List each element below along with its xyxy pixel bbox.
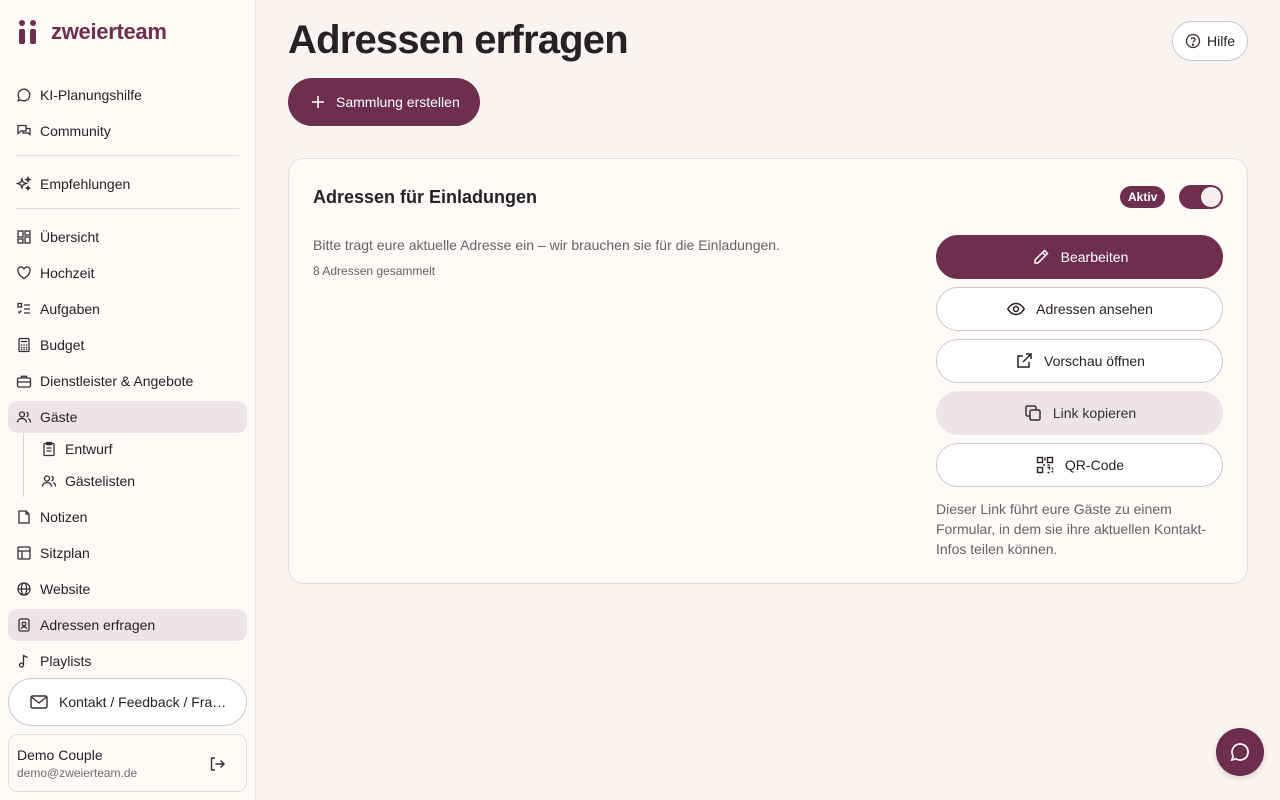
globe-icon — [17, 582, 31, 596]
link-info-note: Dieser Link führt eure Gäste zu einem Fo… — [936, 501, 1207, 557]
edit-button[interactable]: Bearbeiten — [936, 235, 1223, 279]
help-button[interactable]: Hilfe — [1172, 21, 1248, 61]
users-icon — [16, 411, 32, 423]
sidebar-item-adressen-erfragen[interactable]: Adressen erfragen — [8, 609, 247, 641]
music-note-icon — [18, 654, 28, 668]
sidebar-divider — [16, 208, 239, 209]
sidebar-item-label: Hochzeit — [40, 265, 95, 281]
dashboard-icon — [17, 230, 31, 244]
open-preview-label: Vorschau öffnen — [1044, 353, 1145, 369]
copy-link-label: Link kopieren — [1052, 405, 1137, 421]
heart-icon — [17, 266, 31, 280]
sidebar-item-label: Übersicht — [40, 229, 100, 245]
user-name: Demo Couple — [17, 747, 103, 763]
qr-code-button[interactable]: QR-Code — [936, 443, 1223, 487]
sidebar-item-sitzplan[interactable]: Sitzplan — [8, 537, 247, 569]
sidebar-item-label: Sitzplan — [40, 545, 90, 561]
sidebar-item-entwurf[interactable]: Entwurf — [33, 433, 247, 465]
contact-feedback-button[interactable]: Kontakt / Feedback / Fragen — [8, 678, 247, 726]
sidebar-divider — [16, 155, 239, 156]
sidebar-item-budget[interactable]: Budget — [8, 329, 247, 361]
contact-card-icon — [18, 618, 30, 632]
help-circle-icon — [1185, 33, 1201, 49]
sidebar: zweierteam KI-Planungshilfe Community Em… — [0, 0, 256, 800]
qr-code-icon — [1036, 456, 1054, 474]
logout-icon[interactable] — [208, 755, 226, 773]
sidebar-item-empfehlungen[interactable]: Empfehlungen — [8, 168, 247, 200]
sidebar-item-label: Website — [40, 581, 91, 597]
note-icon — [18, 510, 30, 524]
copy-link-button[interactable]: Link kopieren — [936, 391, 1223, 435]
zweierteam-logo-icon — [19, 20, 36, 44]
sidebar-item-label: Dienstleister & Angebote — [40, 373, 194, 389]
chat-bubble-icon — [17, 88, 31, 102]
collected-count: 8 Adressen gesammelt — [313, 264, 436, 278]
collection-title: Adressen für Einladungen — [313, 187, 538, 207]
collection-description: Bitte tragt eure aktuelle Adresse ein – … — [313, 237, 780, 253]
table-layout-icon — [17, 546, 31, 560]
sidebar-item-label: Community — [40, 123, 111, 139]
sidebar-item-website[interactable]: Website — [8, 573, 247, 605]
active-toggle[interactable] — [1179, 185, 1223, 209]
sidebar-item-label: Gästelisten — [65, 473, 136, 489]
edit-button-label: Bearbeiten — [1060, 249, 1129, 265]
sidebar-item-ki-planungshilfe[interactable]: KI-Planungshilfe — [8, 79, 247, 111]
sidebar-item-gaestelisten[interactable]: Gästelisten — [33, 465, 247, 497]
brand-name: zweierteam — [51, 19, 167, 44]
submenu-line — [23, 433, 24, 497]
status-badge: Aktiv — [1120, 186, 1166, 208]
sidebar-item-gaeste[interactable]: Gäste — [8, 401, 247, 433]
eye-icon — [1007, 302, 1026, 316]
qr-code-label: QR-Code — [1064, 457, 1125, 473]
sidebar-item-label: KI-Planungshilfe — [40, 87, 142, 103]
external-link-icon — [1017, 353, 1032, 368]
sparkles-icon — [16, 176, 32, 192]
chat-button[interactable] — [1216, 728, 1264, 776]
view-addresses-label: Adressen ansehen — [1036, 301, 1153, 317]
sidebar-item-label: Notizen — [40, 509, 88, 525]
sidebar-item-label: Aufgaben — [40, 301, 100, 317]
sidebar-item-playlists[interactable]: Playlists — [8, 645, 247, 677]
sidebar-item-aufgaben[interactable]: Aufgaben — [8, 293, 247, 325]
mail-icon — [30, 695, 48, 709]
users-icon — [41, 475, 57, 487]
sidebar-item-community[interactable]: Community — [8, 115, 247, 147]
user-panel: Demo Couple demo@zweierteam.de — [8, 734, 247, 792]
page-title: Adressen erfragen — [288, 18, 629, 62]
sidebar-item-hochzeit[interactable]: Hochzeit — [8, 257, 247, 289]
checklist-icon — [17, 302, 30, 314]
address-collection-card: Adressen für Einladungen Aktiv Bitte tra… — [288, 158, 1248, 584]
plus-icon — [312, 96, 324, 108]
user-email: demo@zweierteam.de — [17, 766, 138, 780]
calculator-icon — [18, 337, 30, 353]
sidebar-item-label: Empfehlungen — [40, 176, 131, 192]
sidebar-item-dienstleister-angebote[interactable]: Dienstleister & Angebote — [8, 365, 247, 397]
sidebar-item-notizen[interactable]: Notizen — [8, 501, 247, 533]
pencil-icon — [1033, 249, 1049, 264]
help-button-label: Hilfe — [1206, 33, 1235, 49]
copy-icon — [1025, 405, 1041, 421]
briefcase-icon — [16, 375, 32, 388]
create-collection-button[interactable]: Sammlung erstellen — [288, 78, 480, 126]
sidebar-item-label: Entwurf — [65, 441, 113, 457]
view-addresses-button[interactable]: Adressen ansehen — [936, 287, 1223, 331]
sidebar-item-label: Gäste — [40, 409, 78, 425]
brand-logo[interactable]: zweierteam — [17, 18, 167, 46]
chat-bubble-icon — [1230, 743, 1249, 762]
sidebar-item-label: Budget — [40, 337, 85, 353]
open-preview-button[interactable]: Vorschau öffnen — [936, 339, 1223, 383]
sidebar-item-label: Adressen erfragen — [40, 617, 156, 633]
toggle-knob — [1201, 187, 1221, 207]
contact-feedback-label: Kontakt / Feedback / Fragen — [59, 694, 229, 710]
create-collection-label: Sammlung erstellen — [336, 94, 460, 110]
chats-icon — [17, 124, 31, 136]
sidebar-item-label: Playlists — [40, 653, 92, 669]
clipboard-icon — [43, 441, 55, 457]
sidebar-item-uebersicht[interactable]: Übersicht — [8, 221, 247, 253]
